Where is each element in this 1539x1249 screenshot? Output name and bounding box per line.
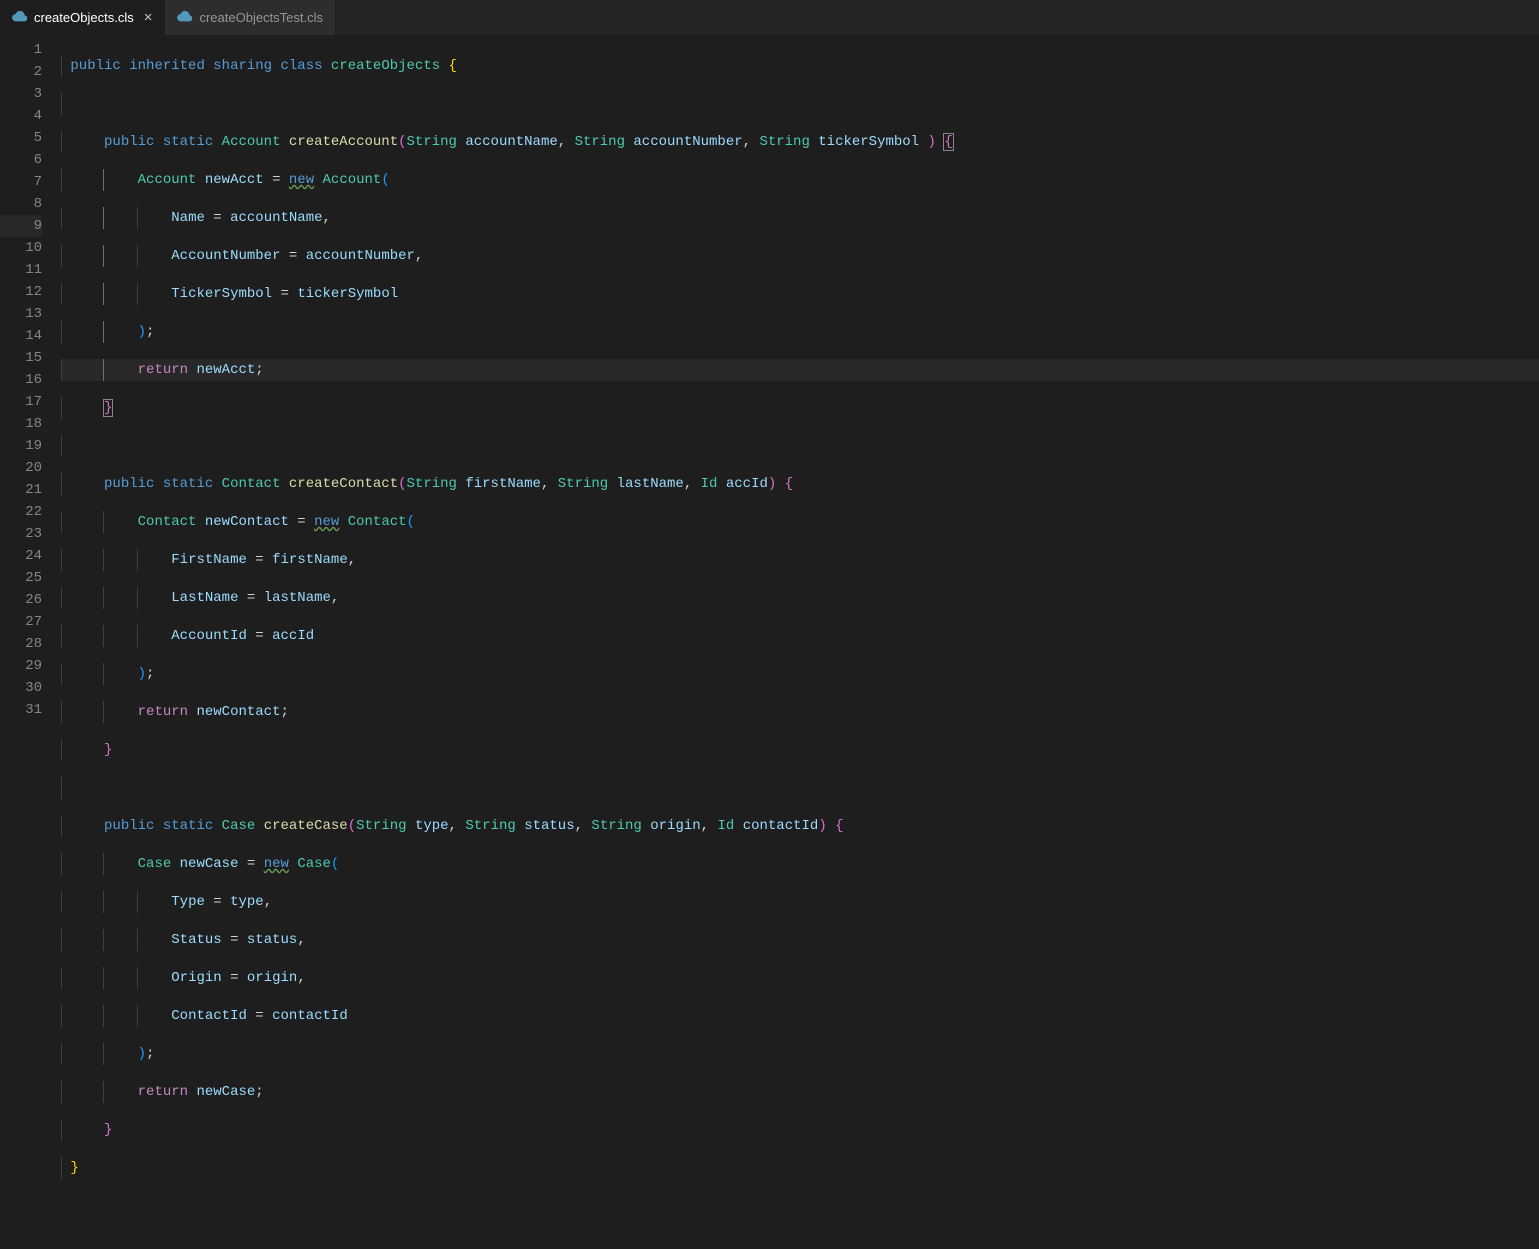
tab-label: createObjectsTest.cls [199,10,323,25]
line-number: 12 [0,281,42,303]
code-line: public static Case createCase(String typ… [62,815,1539,837]
line-number: 29 [0,655,42,677]
line-number: 1 [0,39,42,61]
code-line: return newContact; [62,701,1539,723]
code-line: } [62,397,1539,419]
code-line: AccountNumber = accountNumber, [62,245,1539,267]
line-number: 25 [0,567,42,589]
code-line: } [62,739,1539,761]
line-number: 28 [0,633,42,655]
code-line: Type = type, [62,891,1539,913]
tab-create-objects[interactable]: createObjects.cls × [0,0,165,35]
code-line: } [62,1119,1539,1141]
line-number: 11 [0,259,42,281]
line-number: 22 [0,501,42,523]
code-line: public inherited sharing class createObj… [62,55,1539,77]
line-number: 16 [0,369,42,391]
editor-area[interactable]: 1 2 3 4 5 6 7 8 9 10 11 12 13 14 15 16 1… [0,35,1539,952]
line-number: 24 [0,545,42,567]
line-number: 27 [0,611,42,633]
line-number: 15 [0,347,42,369]
code-content[interactable]: public inherited sharing class createObj… [62,39,1539,952]
line-number: 17 [0,391,42,413]
line-number: 20 [0,457,42,479]
code-line: Contact newContact = new Contact( [62,511,1539,533]
cloud-icon [177,10,193,25]
code-line: public static Contact createContact(Stri… [62,473,1539,495]
line-number: 9 [0,215,42,237]
code-line: FirstName = firstName, [62,549,1539,571]
code-line [62,93,1539,115]
line-number: 18 [0,413,42,435]
line-number: 19 [0,435,42,457]
code-line: } [62,1157,1539,1179]
line-number: 7 [0,171,42,193]
line-number: 31 [0,699,42,721]
code-line [62,1195,1539,1217]
line-number: 2 [0,61,42,83]
tab-create-objects-test[interactable]: createObjectsTest.cls [165,0,336,35]
line-number: 5 [0,127,42,149]
code-line: Origin = origin, [62,967,1539,989]
line-number: 8 [0,193,42,215]
tab-label: createObjects.cls [34,10,134,25]
code-line: Name = accountName, [62,207,1539,229]
cloud-icon [12,10,28,25]
line-number: 10 [0,237,42,259]
line-number: 4 [0,105,42,127]
code-line: public static Account createAccount(Stri… [62,131,1539,153]
line-number: 6 [0,149,42,171]
code-line: Case newCase = new Case( [62,853,1539,875]
line-number: 26 [0,589,42,611]
code-line: return newCase; [62,1081,1539,1103]
code-line: Account newAcct = new Account( [62,169,1539,191]
code-line: return newAcct; [62,359,1539,381]
code-line: ContactId = contactId [62,1005,1539,1027]
code-line: LastName = lastName, [62,587,1539,609]
line-number: 23 [0,523,42,545]
close-icon[interactable]: × [144,9,153,26]
code-line: ); [62,663,1539,685]
code-line: AccountId = accId [62,625,1539,647]
code-line [62,435,1539,457]
line-number: 13 [0,303,42,325]
code-line: TickerSymbol = tickerSymbol [62,283,1539,305]
line-number: 3 [0,83,42,105]
line-number: 21 [0,479,42,501]
code-line: ); [62,1043,1539,1065]
line-number-gutter: 1 2 3 4 5 6 7 8 9 10 11 12 13 14 15 16 1… [0,39,62,952]
code-line: Status = status, [62,929,1539,951]
line-number: 30 [0,677,42,699]
code-line [62,777,1539,799]
code-line: ); [62,321,1539,343]
editor-tabs: createObjects.cls × createObjectsTest.cl… [0,0,1539,35]
line-number: 14 [0,325,42,347]
